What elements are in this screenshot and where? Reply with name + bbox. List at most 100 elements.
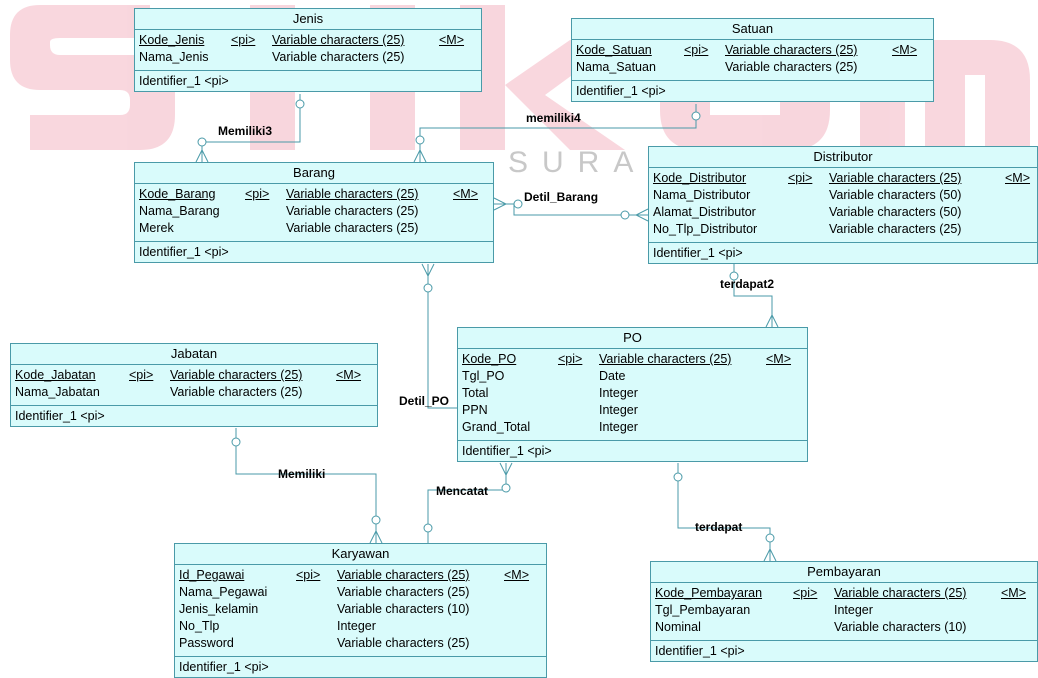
attribute-type: Variable characters (25): [286, 187, 419, 201]
attribute-row: Kode_Jenis <pi> Variable characters (25) <M…: [139, 32, 477, 49]
attribute-type: Integer: [599, 420, 638, 434]
attribute-mandatory: <M>: [439, 33, 465, 47]
entity-identifier: Identifier_1 <pi>: [15, 409, 105, 423]
attribute-name: Jenis_kelamin: [179, 602, 259, 616]
entity-po[interactable]: PO Kode_PO <pi> Variable characters (25) <M>…: [457, 327, 808, 462]
attribute-key: <pi>: [129, 368, 154, 382]
attribute-type: Variable characters (25): [170, 368, 303, 382]
attribute-row: Nama_Jabatan Variable characters (25): [15, 384, 373, 401]
entity-title: Pembayaran: [651, 562, 1037, 583]
entity-jabatan[interactable]: Jabatan Kode_Jabatan <pi> Variable characte…: [10, 343, 378, 427]
attribute-row: Tgl_Pembayaran Integer: [655, 602, 1033, 619]
attribute-row: Nominal Variable characters (10): [655, 619, 1033, 636]
link-detil-po: [427, 264, 457, 409]
attribute-type: Integer: [337, 619, 376, 633]
attribute-row: Nama_Satuan Variable characters (25): [576, 59, 929, 76]
attribute-name: Nama_Jabatan: [15, 385, 100, 399]
entity-identifier: Identifier_1 <pi>: [139, 74, 229, 88]
relationship-terdapat2: terdapat2: [720, 277, 775, 291]
relationship-terdapat: terdapat: [695, 520, 743, 534]
attribute-name: Tgl_PO: [462, 369, 505, 383]
attribute-row: Alamat_Distributor Variable characters (5…: [653, 204, 1033, 221]
attribute-type: Integer: [599, 386, 638, 400]
attribute-name: Nama_Jenis: [139, 50, 209, 64]
entity-distributor[interactable]: Distributor Kode_Distributor <pi> Variable …: [648, 146, 1038, 264]
attribute-name: Kode_Barang: [139, 187, 216, 201]
attribute-name: Tgl_Pembayaran: [655, 603, 751, 617]
attribute-type: Variable characters (25): [337, 636, 470, 650]
attribute-row: Kode_PO <pi> Variable characters (25) <M>: [462, 351, 803, 368]
relationship-mencatat: Mencatat: [436, 484, 489, 498]
attribute-name: Kode_Pembayaran: [655, 586, 763, 600]
attribute-name: Kode_Jenis: [139, 33, 205, 47]
attribute-list: Kode_Jenis <pi> Variable characters (25) <M…: [135, 30, 481, 71]
entity-satuan[interactable]: Satuan Kode_Satuan <pi> Variable characters…: [571, 18, 934, 102]
attribute-name: Nama_Satuan: [576, 60, 656, 74]
attribute-key: <pi>: [231, 33, 256, 47]
attribute-type: Variable characters (25): [725, 43, 858, 57]
link-detil-barang: [494, 203, 648, 216]
attribute-row: Kode_Satuan <pi> Variable characters (25) <…: [576, 42, 929, 59]
entity-identifier: Identifier_1 <pi>: [179, 660, 269, 674]
attribute-name: Kode_Satuan: [576, 43, 652, 57]
attribute-list: Kode_Jabatan <pi> Variable characters (25)…: [11, 365, 377, 406]
attribute-list: Kode_Distributor <pi> Variable characters …: [649, 168, 1037, 243]
attribute-type: Variable characters (25): [286, 204, 419, 218]
entity-karyawan[interactable]: Karyawan Id_Pegawai <pi> Variable character…: [174, 543, 547, 678]
entity-jenis[interactable]: Jenis Kode_Jenis <pi> Variable characters (…: [134, 8, 482, 92]
attribute-type: Variable characters (25): [599, 352, 732, 366]
attribute-type: Variable characters (25): [725, 60, 858, 74]
link-terdapat2: [733, 264, 773, 327]
attribute-type: Variable characters (50): [829, 188, 962, 202]
attribute-row: Kode_Pembayaran <pi> Variable characters (…: [655, 585, 1033, 602]
attribute-key: <pi>: [684, 43, 709, 57]
attribute-type: Variable characters (25): [337, 568, 470, 582]
attribute-list: Kode_Satuan <pi> Variable characters (25) <…: [572, 40, 933, 81]
attribute-name: Nama_Distributor: [653, 188, 751, 202]
attribute-mandatory: <M>: [504, 568, 530, 582]
attribute-mandatory: <M>: [766, 352, 792, 366]
attribute-row: Tgl_PO Date: [462, 368, 803, 385]
attribute-mandatory: <M>: [1005, 171, 1031, 185]
attribute-row: Id_Pegawai <pi> Variable characters (25) <M…: [179, 567, 542, 584]
link-mencatat: [427, 463, 507, 543]
attribute-row: Nama_Distributor Variable characters (50): [653, 187, 1033, 204]
attribute-list: Kode_Barang <pi> Variable characters (25) <…: [135, 184, 493, 242]
attribute-type: Variable characters (25): [286, 221, 419, 235]
entity-identifier: Identifier_1 <pi>: [653, 246, 743, 260]
entity-barang[interactable]: Barang Kode_Barang <pi> Variable characters…: [134, 162, 494, 263]
attribute-name: Merek: [139, 221, 174, 235]
attribute-row: Merek Variable characters (25): [139, 220, 489, 237]
attribute-name: Kode_PO: [462, 352, 517, 366]
entity-title: Karyawan: [175, 544, 546, 565]
attribute-row: Nama_Pegawai Variable characters (25): [179, 584, 542, 601]
attribute-type: Variable characters (25): [829, 171, 962, 185]
attribute-name: Nominal: [655, 620, 701, 634]
relationship-memiliki4: memiliki4: [526, 111, 581, 125]
attribute-mandatory: <M>: [336, 368, 362, 382]
relationship-detil-po: Detil_PO: [399, 394, 450, 408]
attribute-name: Nama_Barang: [139, 204, 220, 218]
attribute-type: Variable characters (25): [337, 585, 470, 599]
entity-pembayaran[interactable]: Pembayaran Kode_Pembayaran <pi> Variable ch…: [650, 561, 1038, 662]
attribute-name: Password: [179, 636, 234, 650]
attribute-type: Variable characters (25): [272, 50, 405, 64]
attribute-type: Integer: [834, 603, 873, 617]
attribute-key: <pi>: [788, 171, 813, 185]
entity-title: Jabatan: [11, 344, 377, 365]
attribute-name: PPN: [462, 403, 488, 417]
attribute-row: Password Variable characters (25): [179, 635, 542, 652]
attribute-name: Kode_Distributor: [653, 171, 747, 185]
relationship-memiliki: Memiliki: [278, 467, 326, 481]
attribute-row: Total Integer: [462, 385, 803, 402]
attribute-type: Variable characters (10): [834, 620, 967, 634]
attribute-mandatory: <M>: [1001, 586, 1027, 600]
attribute-key: <pi>: [245, 187, 270, 201]
attribute-key: <pi>: [296, 568, 321, 582]
entity-title: Jenis: [135, 9, 481, 30]
attribute-mandatory: <M>: [453, 187, 479, 201]
attribute-name: Id_Pegawai: [179, 568, 245, 582]
attribute-key: <pi>: [793, 586, 818, 600]
attribute-row: Kode_Barang <pi> Variable characters (25) <…: [139, 186, 489, 203]
attribute-list: Kode_PO <pi> Variable characters (25) <M> Tg…: [458, 349, 807, 441]
